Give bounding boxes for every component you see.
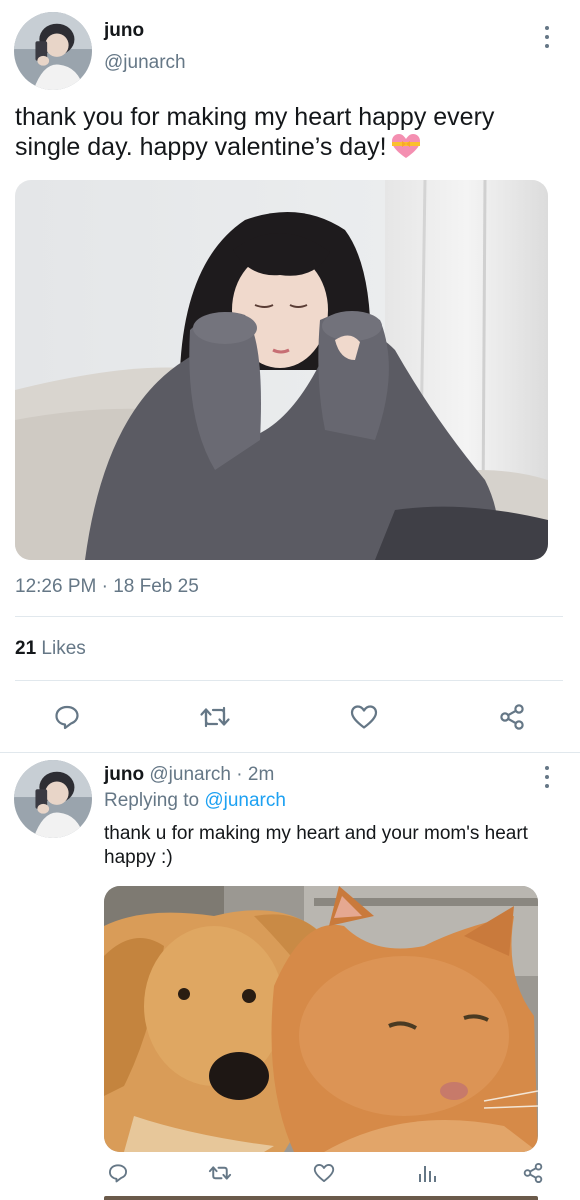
reply-header: juno @junarch · 2m bbox=[104, 764, 274, 786]
like-icon[interactable] bbox=[313, 1163, 335, 1183]
heart-with-ribbon-emoji bbox=[391, 133, 421, 159]
share-icon[interactable] bbox=[498, 703, 526, 731]
likes-number: 21 bbox=[15, 638, 37, 659]
author-handle[interactable]: @junarch bbox=[149, 764, 231, 785]
author-name[interactable]: juno bbox=[104, 764, 144, 785]
author-handle[interactable]: @junarch bbox=[104, 52, 186, 74]
tweet-text: thank you for making my heart happy ever… bbox=[15, 102, 560, 162]
main-tweet: juno @junarch thank you for making my he… bbox=[0, 0, 580, 752]
author-name[interactable]: juno bbox=[104, 20, 144, 42]
likes-count[interactable]: 21 Likes bbox=[15, 638, 86, 660]
likes-label: Likes bbox=[41, 638, 86, 659]
avatar[interactable] bbox=[14, 12, 92, 90]
retweet-icon[interactable] bbox=[199, 705, 231, 729]
divider bbox=[15, 680, 563, 681]
more-options-icon[interactable] bbox=[543, 26, 551, 48]
reply-text: thank u for making my heart and your mom… bbox=[104, 823, 528, 868]
reply-icon[interactable] bbox=[54, 704, 80, 730]
tweet-photo[interactable] bbox=[15, 180, 548, 560]
analytics-icon[interactable] bbox=[417, 1163, 437, 1183]
divider bbox=[15, 616, 563, 617]
more-options-icon[interactable] bbox=[543, 766, 551, 788]
share-icon[interactable] bbox=[522, 1162, 544, 1184]
replying-to-handle[interactable]: @junarch bbox=[204, 790, 286, 811]
retweet-icon[interactable] bbox=[208, 1164, 232, 1182]
reply-icon[interactable] bbox=[108, 1163, 128, 1183]
replying-to: Replying to @junarch bbox=[104, 790, 286, 812]
like-icon[interactable] bbox=[350, 704, 378, 730]
replying-to-label: Replying to bbox=[104, 790, 200, 811]
reply-time[interactable]: · 2m bbox=[236, 764, 274, 785]
tweet-timestamp[interactable]: 12:26 PM · 18 Feb 25 bbox=[15, 576, 199, 598]
tweet-text-content: thank you for making my heart happy ever… bbox=[15, 103, 495, 161]
reply-photo[interactable] bbox=[104, 886, 538, 1152]
next-tweet-photo-edge bbox=[104, 1196, 538, 1200]
divider bbox=[0, 752, 580, 753]
avatar[interactable] bbox=[14, 760, 92, 838]
